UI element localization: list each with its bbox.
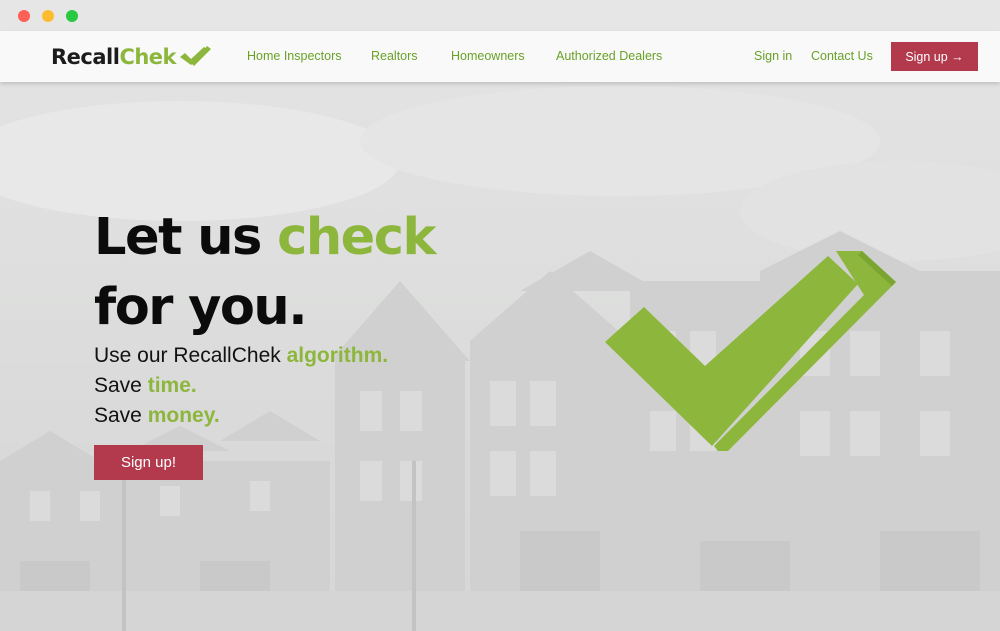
subline-accent: algorithm.	[286, 344, 389, 367]
nav-link-homeowners[interactable]: Homeowners	[451, 49, 525, 63]
logo-text: RecallChek	[51, 45, 177, 69]
subline-text: Save	[94, 404, 148, 427]
top-navbar: RecallChek Home Inspectors Realtors Home…	[0, 31, 1000, 82]
maximize-window-dot[interactable]	[66, 10, 78, 22]
hero-signup-button[interactable]: Sign up!	[94, 445, 203, 480]
minimize-window-dot[interactable]	[42, 10, 54, 22]
logo-text-recall: Recall	[51, 45, 120, 69]
logo-text-chek: Chek	[119, 45, 177, 69]
checkmark-icon	[605, 251, 896, 451]
subline-text: Use our RecallChek	[94, 344, 287, 367]
check-icon	[180, 46, 212, 66]
nav-link-home-inspectors[interactable]: Home Inspectors	[247, 49, 341, 63]
nav-signup-button[interactable]: Sign up →	[891, 42, 978, 71]
contact-us-link[interactable]: Contact Us	[811, 49, 873, 63]
hero-headline-line2: for you.	[94, 278, 308, 337]
subline-accent: time.	[147, 374, 197, 397]
headline-accent-text: check	[277, 208, 436, 267]
hero-subline-money: Save money.	[94, 404, 220, 428]
close-window-dot[interactable]	[18, 10, 30, 22]
hero-headline-line1: Let us check	[94, 208, 436, 267]
headline-text: Let us	[94, 208, 278, 267]
hero-subline-algorithm: Use our RecallChek algorithm.	[94, 344, 388, 368]
nav-link-authorized-dealers[interactable]: Authorized Dealers	[556, 49, 662, 63]
recallchek-logo[interactable]: RecallChek	[51, 43, 212, 71]
subline-text: Save	[94, 374, 148, 397]
nav-link-realtors[interactable]: Realtors	[371, 49, 418, 63]
browser-window-chrome	[0, 0, 1000, 31]
sign-in-link[interactable]: Sign in	[754, 49, 792, 63]
hero-subline-time: Save time.	[94, 374, 197, 398]
subline-accent: money.	[147, 404, 220, 427]
